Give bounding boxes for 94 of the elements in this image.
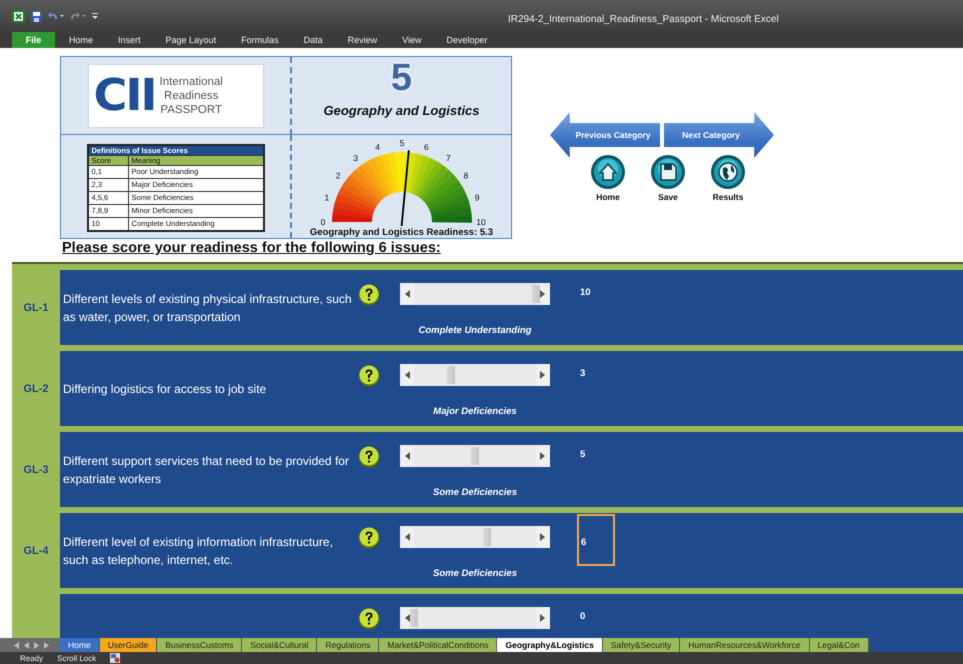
category-title: Geography and Logistics [323,103,480,118]
sheet-tab[interactable]: Home [60,638,100,652]
right-arrow-icon[interactable] [540,371,545,379]
score-value: 10 [580,287,591,298]
sheet-tab[interactable]: Legal&Con [810,638,869,652]
left-arrow-icon[interactable] [405,371,410,379]
score-value: 5 [580,449,586,460]
issue-id: GL-3 [23,464,49,476]
score-value: 0 [580,611,586,622]
status-text: Ready [20,654,44,662]
gauge-tick-label: 8 [463,170,468,181]
ribbon-tab[interactable]: Data [290,35,334,45]
score-slider[interactable] [400,283,550,305]
gauge-tick-label: 4 [374,142,380,152]
help-icon[interactable] [358,446,380,468]
sheet-tab[interactable]: Safety&Security [602,638,680,652]
ribbon-tab[interactable]: Home [55,35,104,45]
gauge-tick-label: 7 [446,153,450,164]
gauge-tick-label: 1 [324,192,329,203]
logo-caption: International [160,74,223,88]
sheet-tab[interactable]: Regulations [317,638,380,652]
ribbon-tab[interactable]: Developer [432,35,499,45]
sheet-tab[interactable]: HumanResources&Workforce [680,638,810,652]
gauge-tick-label: 2 [335,170,340,181]
logo-text: CII [93,74,156,118]
slider-thumb[interactable] [483,528,492,546]
gauge-tick-label: 3 [352,153,358,164]
ribbon-tab[interactable]: Review [334,35,388,45]
gauge-caption: Geography and Logistics Readiness: 5.3 [310,227,494,238]
sheet-tab[interactable]: BusinessCustoms [157,638,242,652]
right-arrow-icon[interactable] [540,290,545,298]
file-tab[interactable]: File [12,32,55,48]
slider-thumb[interactable] [410,609,418,627]
save-icon[interactable] [31,10,42,22]
floppy-disk-icon [650,154,686,190]
issue-id: GL-2 [23,382,49,394]
help-icon[interactable] [358,608,380,630]
score-value: 3 [580,368,586,379]
issue-description: Different support services that need to be provided for expatriate workers [63,452,350,488]
window-title: IR294-2_International_Readiness_Passport - Microsoft Excel [508,14,779,25]
excel-icon[interactable] [12,10,25,22]
left-arrow-icon[interactable] [405,290,410,298]
gauge-tick-label: 10 [476,217,486,227]
customize-toolbar-icon[interactable] [92,12,98,20]
ribbon-tab[interactable]: Formulas [227,35,290,45]
home-icon [590,154,626,190]
help-icon[interactable] [358,284,380,306]
score-slider[interactable] [400,445,550,467]
ribbon-tab[interactable]: Page Layout [152,35,228,45]
slider-thumb[interactable] [471,447,479,465]
redo-icon[interactable] [70,11,86,21]
undo-icon[interactable] [48,11,64,21]
previous-category-button[interactable]: Previous Category [550,112,660,158]
help-icon[interactable] [358,527,380,549]
issue-description: Different levels of existing physical infrastructure, such as water, power, or transportation [63,290,353,326]
globe-icon [710,154,746,190]
gauge-tick-label: 9 [474,192,479,203]
ribbon-tab[interactable]: Insert [104,35,152,45]
sheet-tab[interactable]: Geography&Logistics [497,638,603,652]
left-arrow-icon[interactable] [405,533,410,541]
logo-caption: PASSPORT [160,102,222,116]
slider-thumb[interactable] [532,285,540,303]
score-meaning: Some Deficiencies [432,568,518,579]
score-meaning: Some Deficiencies [432,487,518,498]
score-value: 6 [577,514,615,566]
issue-id: GL-4 [23,544,49,556]
macro-record-icon[interactable] [110,653,120,663]
left-arrow-icon[interactable] [405,614,410,622]
right-arrow-icon[interactable] [540,614,545,622]
sheet-tab[interactable]: UserGuide [100,638,158,652]
sheet-tab[interactable]: Social&Cultural [242,638,318,652]
score-slider[interactable] [400,607,550,629]
score-slider[interactable] [400,526,550,548]
help-icon[interactable] [358,365,380,387]
issue-id: GL-1 [23,302,49,314]
score-slider[interactable] [400,364,550,386]
issue-description: Different level of existing information infrastructure, such as telephone, internet, etc. [63,534,334,568]
score-meaning: Major Deficiencies [432,406,518,417]
instruction-heading: Please score your readiness for the following 6 issues: [62,240,441,256]
left-arrow-icon[interactable] [405,452,410,460]
next-category-button[interactable]: Next Category [664,112,774,158]
gauge-tick-label: 5 [399,138,404,148]
right-arrow-icon[interactable] [540,452,545,460]
right-arrow-icon[interactable] [540,533,545,541]
issue-description: Differing logistics for access to job site [63,380,268,398]
gauge-tick-label: 6 [424,142,428,152]
score-meaning: Complete Understanding [418,325,532,336]
slider-thumb[interactable] [446,366,455,384]
sheet-tab[interactable]: Market&PoliticalConditions [379,638,498,652]
gauge-tick-label: 0 [320,217,325,227]
logo-caption: Readiness [164,88,218,102]
category-number: 5 [390,57,412,99]
ribbon-tab[interactable]: View [388,35,432,45]
status-text: Scroll Lock [57,654,96,662]
